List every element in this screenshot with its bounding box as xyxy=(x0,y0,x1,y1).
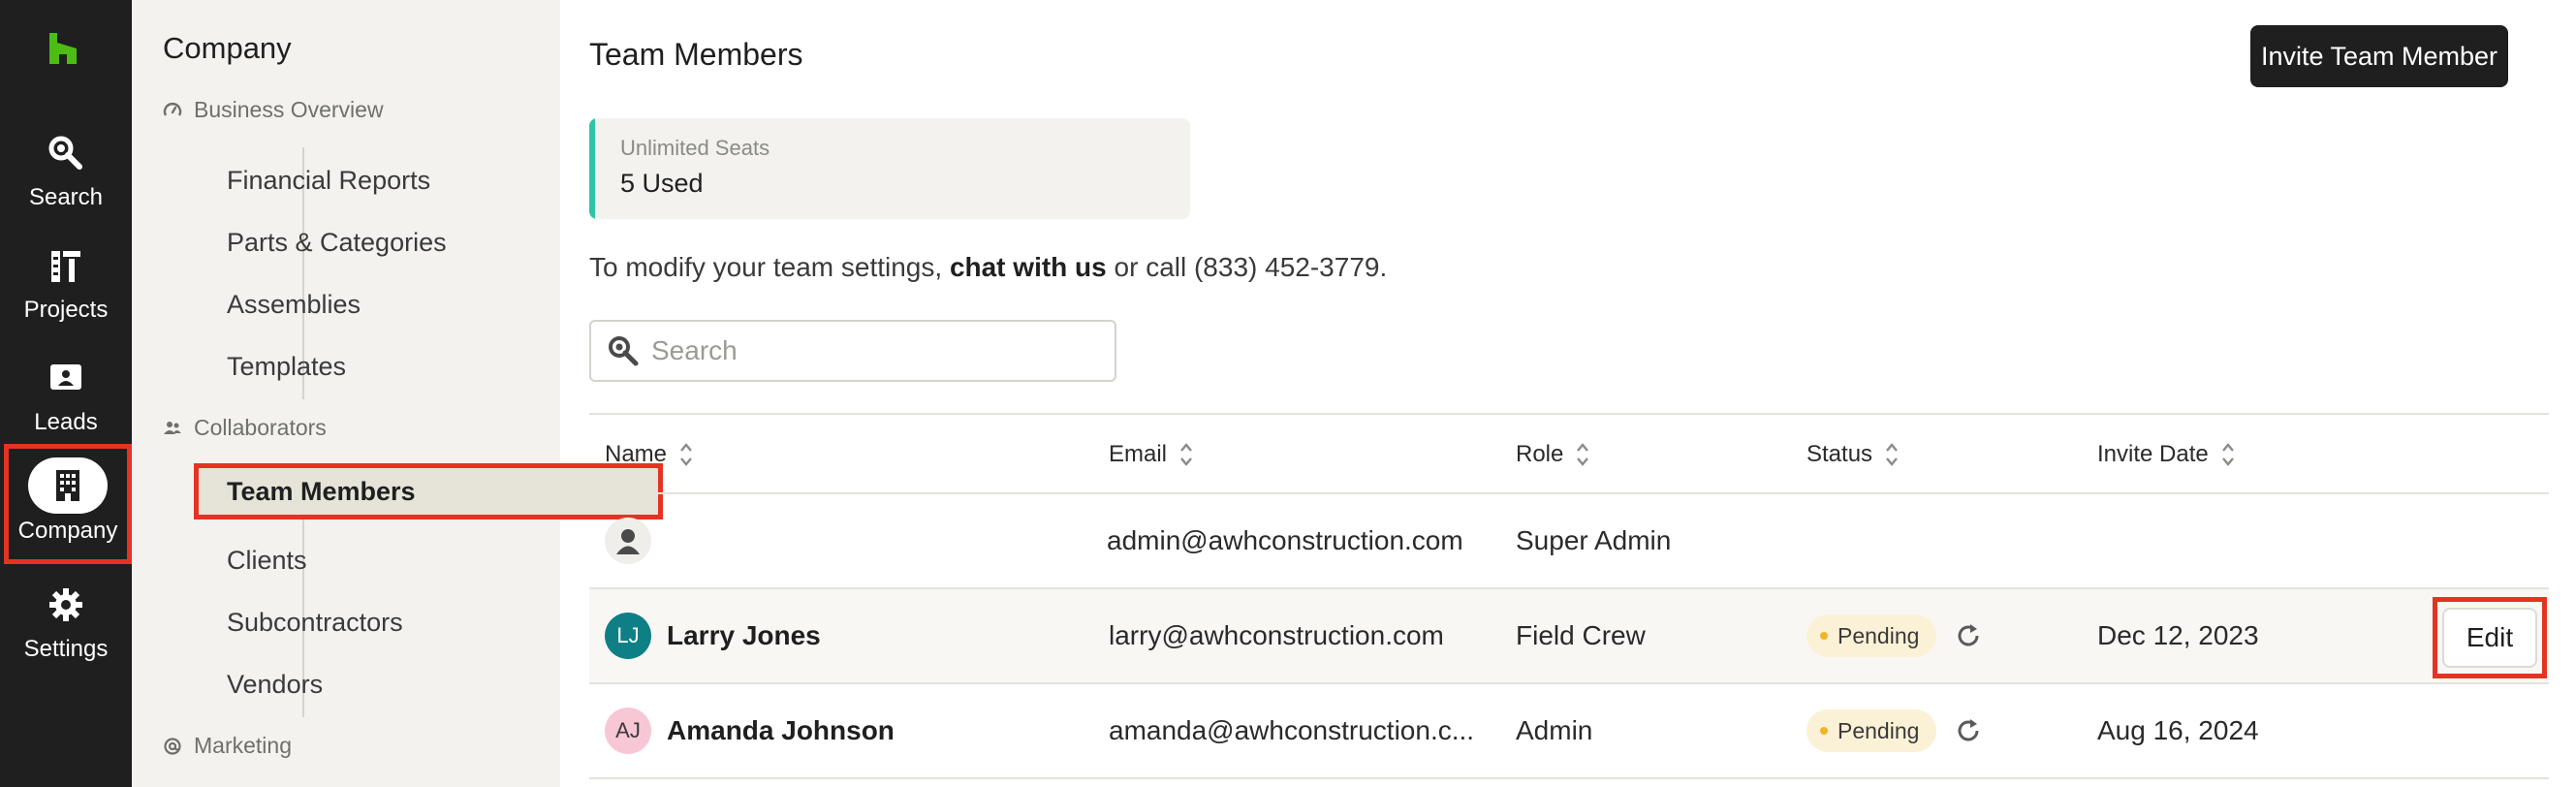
sidebar-title: Company xyxy=(163,31,292,65)
email-cell: larry@awhconstruction.com xyxy=(1109,620,1444,650)
rail-label: Search xyxy=(28,184,104,210)
column-header-invite-date[interactable]: Invite Date xyxy=(2097,415,2236,494)
status-badge: Pending xyxy=(1806,614,1937,657)
section-label: Business Overview xyxy=(194,97,384,122)
column-header-status[interactable]: Status xyxy=(1806,415,1900,494)
edit-button-highlight: Edit xyxy=(2433,597,2547,678)
sort-icon xyxy=(1577,443,1589,466)
seats-accent-bar xyxy=(589,118,595,219)
gear-icon xyxy=(45,583,87,626)
search-input[interactable] xyxy=(651,335,1097,366)
rail-label: Leads xyxy=(34,409,98,435)
rail-label: Projects xyxy=(23,297,109,323)
invite-team-member-button[interactable]: Invite Team Member xyxy=(2250,25,2508,87)
sidebar-item-vendors[interactable]: Vendors xyxy=(211,656,541,712)
rail-label: Company xyxy=(17,518,118,544)
search-icon xyxy=(609,336,639,366)
leads-icon xyxy=(45,357,87,399)
projects-icon xyxy=(45,244,87,287)
sort-icon xyxy=(1180,443,1192,466)
sidebar-item-parts-categories[interactable]: Parts & Categories xyxy=(211,214,541,270)
chat-with-us-link[interactable]: chat with us xyxy=(950,252,1107,282)
invite-date-cell: Aug 16, 2024 xyxy=(2097,715,2259,745)
email-cell: amanda@awhconstruction.c... xyxy=(1109,715,1475,745)
resend-invite-icon[interactable] xyxy=(1954,716,1983,745)
role-cell: Admin xyxy=(1516,715,1593,745)
rail-item-leads[interactable]: Leads xyxy=(0,347,132,454)
role-cell: Super Admin xyxy=(1516,525,1672,555)
column-header-email[interactable]: Email xyxy=(1109,415,1194,494)
rail-item-search[interactable]: Search xyxy=(0,122,132,229)
sidebar-item-financial-reports[interactable]: Financial Reports xyxy=(211,152,541,208)
resend-invite-icon[interactable] xyxy=(1954,621,1983,650)
seats-label: Unlimited Seats xyxy=(620,136,770,160)
avatar: AJ xyxy=(605,708,651,754)
sort-icon xyxy=(680,443,692,466)
table-header: Name Email Role Status Invite Date xyxy=(589,413,2549,494)
section-label: Marketing xyxy=(194,733,292,758)
sidebar-item-subcontractors[interactable]: Subcontractors xyxy=(211,594,541,650)
company-sidebar: Company Business Overview Financial Repo… xyxy=(132,0,663,787)
edit-button[interactable]: Edit xyxy=(2442,608,2537,668)
section-label: Collaborators xyxy=(194,415,327,440)
sidebar-item-assemblies[interactable]: Assemblies xyxy=(211,276,541,332)
team-members-table: Name Email Role Status Invite Date admin… xyxy=(589,413,2549,779)
houzz-logo-icon[interactable] xyxy=(47,31,79,66)
column-header-role[interactable]: Role xyxy=(1516,415,1590,494)
seats-value: 5 Used xyxy=(620,169,704,198)
status-dot xyxy=(1820,727,1828,735)
sort-icon xyxy=(1886,443,1898,466)
column-header-name[interactable]: Name xyxy=(605,415,694,494)
table-row[interactable]: admin@awhconstruction.com Super Admin xyxy=(589,494,2549,589)
page-title: Team Members xyxy=(589,37,803,72)
invite-date-cell: Dec 12, 2023 xyxy=(2097,620,2259,650)
role-cell: Field Crew xyxy=(1516,620,1646,650)
table-row[interactable]: LJ Larry Jones larry@awhconstruction.com… xyxy=(589,589,2549,684)
rail-item-settings[interactable]: Settings xyxy=(0,574,132,680)
app-rail: Search Projects Leads Company Settings xyxy=(0,0,132,787)
modify-settings-text: To modify your team settings, chat with … xyxy=(589,252,1388,282)
sort-icon xyxy=(2221,443,2234,466)
seats-card: Unlimited Seats 5 Used xyxy=(589,118,1190,219)
sidebar-item-clients[interactable]: Clients xyxy=(211,532,541,588)
status-badge: Pending xyxy=(1806,709,1937,752)
avatar xyxy=(605,518,651,564)
rail-item-projects[interactable]: Projects xyxy=(0,235,132,341)
gauge-icon xyxy=(163,102,182,116)
section-business-overview[interactable]: Business Overview xyxy=(163,97,384,123)
at-icon xyxy=(164,737,181,755)
people-icon xyxy=(164,421,181,434)
search-icon xyxy=(45,132,87,174)
rail-item-company[interactable]: Company xyxy=(4,444,132,564)
table-row[interactable]: AJ Amanda Johnson amanda@awhconstruction… xyxy=(589,684,2549,779)
avatar: LJ xyxy=(605,613,651,659)
building-icon xyxy=(28,457,108,514)
main-content: Team Members Invite Team Member Unlimite… xyxy=(560,0,2576,787)
section-marketing[interactable]: Marketing xyxy=(163,733,292,759)
user-silhouette-icon xyxy=(616,529,640,554)
search-box xyxy=(589,320,1116,382)
member-name: Larry Jones xyxy=(667,620,821,650)
sidebar-item-templates[interactable]: Templates xyxy=(211,338,541,394)
member-name: Amanda Johnson xyxy=(667,715,895,745)
section-collaborators[interactable]: Collaborators xyxy=(163,415,327,441)
email-cell: admin@awhconstruction.com xyxy=(1107,525,1463,555)
rail-label: Settings xyxy=(23,636,109,662)
status-dot xyxy=(1820,632,1828,640)
